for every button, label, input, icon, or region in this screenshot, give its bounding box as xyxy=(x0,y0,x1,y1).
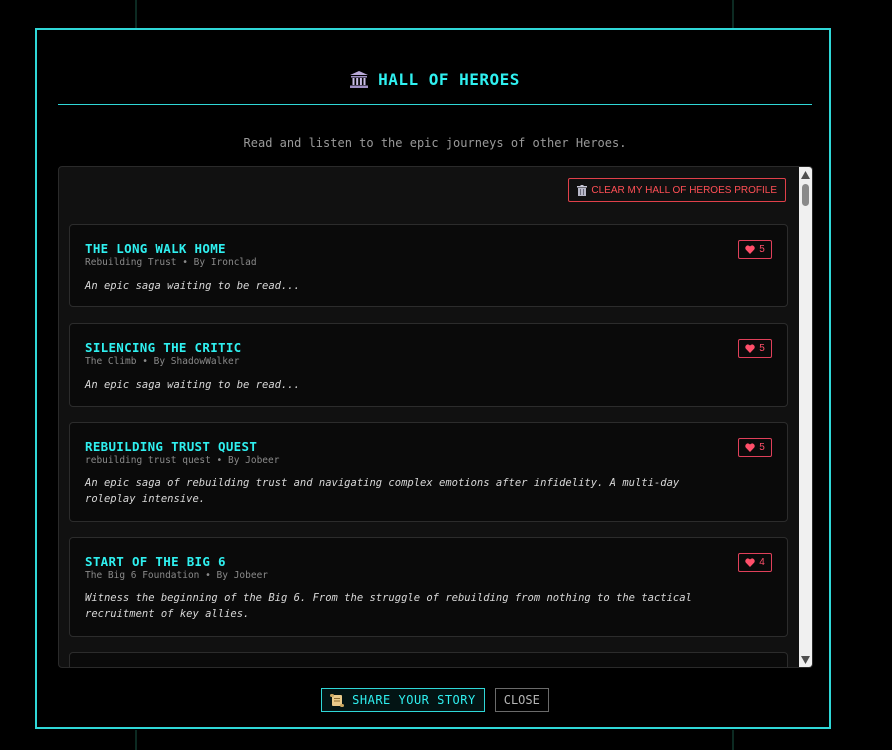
story-meta: The Big 6 Foundation • By Jobeer xyxy=(85,570,269,581)
story-card[interactable]: SILENCING THE CRITIC The Climb • By Shad… xyxy=(69,323,788,407)
like-count: 4 xyxy=(759,557,765,568)
story-meta: The Climb • By ShadowWalker xyxy=(85,356,240,367)
story-card-partial[interactable] xyxy=(69,652,788,667)
modal-subtitle: Read and listen to the epic journeys of … xyxy=(243,136,627,150)
backdrop-divider xyxy=(135,0,137,28)
story-card[interactable]: REBUILDING TRUST QUEST rebuilding trust … xyxy=(69,422,788,522)
clear-profile-label: CLEAR MY HALL OF HEROES PROFILE xyxy=(591,184,777,196)
like-count: 5 xyxy=(759,244,765,255)
stories-list-content: CLEAR MY HALL OF HEROES PROFILE THE LONG… xyxy=(59,167,800,667)
scroll-down-arrow-icon[interactable] xyxy=(801,656,810,664)
close-label: CLOSE xyxy=(503,693,540,707)
like-count: 5 xyxy=(759,343,765,354)
heart-icon xyxy=(745,558,755,567)
like-button[interactable]: 5 xyxy=(738,339,772,358)
story-description: An epic saga of rebuilding trust and nav… xyxy=(85,477,680,505)
story-title[interactable]: START OF THE BIG 6 xyxy=(85,554,226,569)
backdrop-divider xyxy=(732,0,734,28)
hall-of-heroes-modal: HALL OF HEROES Read and listen to the ep… xyxy=(35,28,831,729)
trash-icon xyxy=(577,184,588,196)
share-story-button[interactable]: SHARE YOUR STORY xyxy=(321,688,485,712)
scrollbar-thumb[interactable] xyxy=(802,184,809,206)
story-card[interactable]: THE LONG WALK HOME Rebuilding Trust • By… xyxy=(69,224,788,307)
heart-icon xyxy=(745,344,755,353)
heart-icon xyxy=(745,245,755,254)
like-button[interactable]: 5 xyxy=(738,240,772,259)
scroll-icon xyxy=(330,693,345,707)
story-description: Witness the beginning of the Big 6. From… xyxy=(85,592,692,620)
stories-list[interactable]: CLEAR MY HALL OF HEROES PROFILE THE LONG… xyxy=(58,166,813,668)
like-button[interactable]: 4 xyxy=(738,553,772,572)
backdrop-divider xyxy=(732,730,734,750)
story-description: An epic saga waiting to be read... xyxy=(85,379,300,391)
modal-footer: SHARE YOUR STORY CLOSE xyxy=(37,688,833,712)
like-count: 5 xyxy=(759,442,765,453)
clear-profile-button[interactable]: CLEAR MY HALL OF HEROES PROFILE xyxy=(568,178,786,202)
modal-header: HALL OF HEROES xyxy=(58,70,812,105)
story-title[interactable]: SILENCING THE CRITIC xyxy=(85,340,242,355)
story-meta: Rebuilding Trust • By Ironclad xyxy=(85,257,257,268)
close-button[interactable]: CLOSE xyxy=(494,688,549,712)
classical-building-icon xyxy=(350,71,369,88)
story-meta: rebuilding trust quest • By Jobeer xyxy=(85,455,280,466)
vertical-scrollbar[interactable] xyxy=(799,167,812,667)
story-title[interactable]: REBUILDING TRUST QUEST xyxy=(85,439,257,454)
modal-title: HALL OF HEROES xyxy=(350,70,520,89)
story-title[interactable]: THE LONG WALK HOME xyxy=(85,241,226,256)
modal-title-text: HALL OF HEROES xyxy=(378,70,520,89)
like-button[interactable]: 5 xyxy=(738,438,772,457)
story-card[interactable]: START OF THE BIG 6 The Big 6 Foundation … xyxy=(69,537,788,637)
heart-icon xyxy=(745,443,755,452)
share-story-label: SHARE YOUR STORY xyxy=(352,693,476,707)
scroll-up-arrow-icon[interactable] xyxy=(801,171,810,179)
story-description: An epic saga waiting to be read... xyxy=(85,280,300,292)
backdrop-divider xyxy=(135,730,137,750)
